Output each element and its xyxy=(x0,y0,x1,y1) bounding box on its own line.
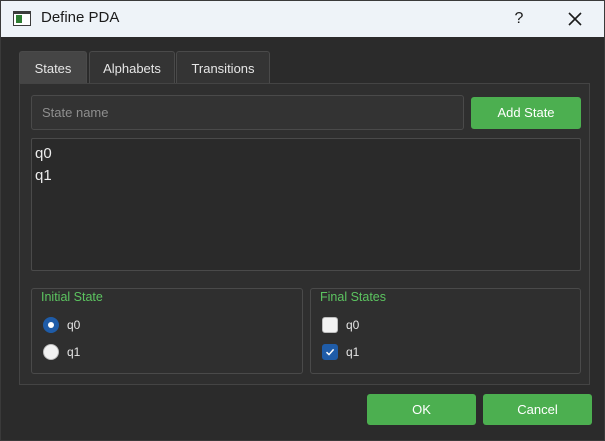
title-bar: Define PDA ? xyxy=(1,1,604,37)
state-list[interactable]: q0 q1 xyxy=(31,138,581,271)
checkbox[interactable] xyxy=(322,344,338,360)
initial-state-title: Initial State xyxy=(41,290,103,304)
final-states-title: Final States xyxy=(320,290,387,304)
add-state-button[interactable]: Add State xyxy=(471,97,581,129)
final-states-group: Final States q0 q1 xyxy=(310,288,581,374)
define-pda-dialog: Define PDA ? States Alphabets Transition… xyxy=(0,0,605,441)
initial-state-group: Initial State q0 q1 xyxy=(31,288,303,374)
tab-alphabets[interactable]: Alphabets xyxy=(89,51,175,84)
option-label: q1 xyxy=(346,345,360,359)
option-label: q0 xyxy=(346,318,360,332)
radio-button[interactable] xyxy=(43,317,59,333)
ok-button[interactable]: OK xyxy=(367,394,476,425)
list-item[interactable]: q1 xyxy=(35,165,577,187)
close-button[interactable] xyxy=(563,7,587,31)
help-button[interactable]: ? xyxy=(507,7,531,31)
checkbox[interactable] xyxy=(322,317,338,333)
window-app-icon xyxy=(13,11,31,26)
list-item[interactable]: q0 xyxy=(35,143,577,165)
tab-transitions[interactable]: Transitions xyxy=(176,51,270,84)
radio-button[interactable] xyxy=(43,344,59,360)
close-icon xyxy=(568,12,582,26)
state-name-input[interactable] xyxy=(31,95,464,130)
option-label: q1 xyxy=(67,345,81,359)
check-icon xyxy=(325,348,335,356)
window-title: Define PDA xyxy=(41,9,120,26)
option-label: q0 xyxy=(67,318,81,332)
cancel-button[interactable]: Cancel xyxy=(483,394,592,425)
tab-states[interactable]: States xyxy=(19,51,87,84)
